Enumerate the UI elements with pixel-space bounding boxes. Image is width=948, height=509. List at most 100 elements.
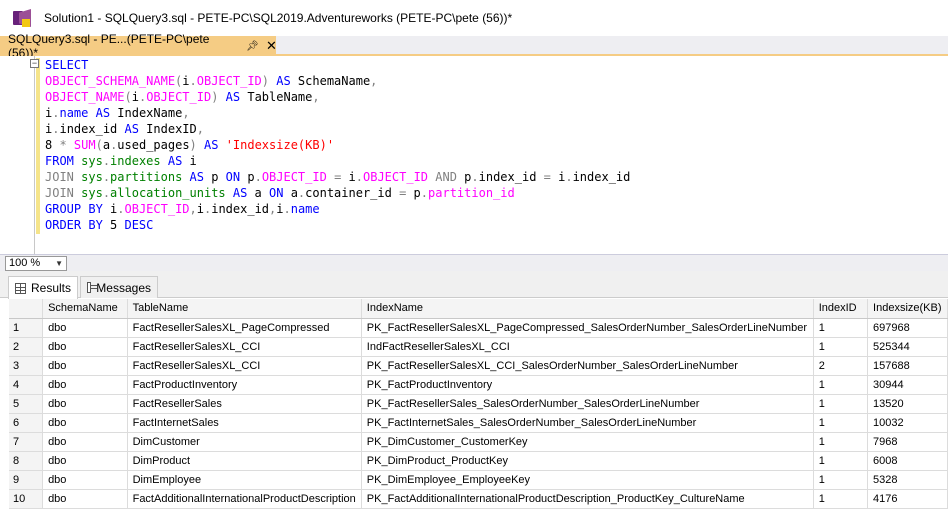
grid-cell[interactable]: dbo [42, 375, 128, 395]
code-line[interactable]: JOIN sys.partitions AS p ON p.OBJECT_ID … [45, 169, 630, 185]
row-number[interactable]: 3 [9, 356, 44, 376]
table-row[interactable]: 10 dbo FactAdditionalInternationalProductD… [9, 489, 948, 509]
grid-cell[interactable]: 1 [813, 318, 869, 338]
grid-cell[interactable]: 1 [813, 432, 869, 452]
grid-cell[interactable]: PK_DimProduct_ProductKey [361, 451, 814, 471]
grid-cell[interactable]: PK_FactAdditionalInternationalProductDes… [361, 489, 814, 509]
row-number[interactable]: 9 [9, 470, 44, 490]
grid-cell[interactable]: 697968 [867, 318, 948, 338]
collapse-icon[interactable]: − [30, 59, 39, 68]
code-token: AS [182, 170, 212, 184]
row-number[interactable]: 7 [9, 432, 44, 452]
row-number[interactable]: 4 [9, 375, 44, 395]
grid-cell[interactable]: 1 [813, 375, 869, 395]
table-row[interactable]: 2 dbo FactResellerSalesXL_CCI IndFactResell… [9, 337, 948, 357]
grid-cell[interactable]: PK_DimEmployee_EmployeeKey [361, 470, 814, 490]
grid-cell[interactable]: PK_FactResellerSales_SalesOrderNumber_Sa… [361, 394, 814, 414]
code-line[interactable]: i.name AS IndexName, [45, 105, 630, 121]
table-row[interactable]: 6 dbo FactInternetSales PK_FactInternetSale… [9, 413, 948, 433]
row-number[interactable]: 10 [9, 489, 44, 509]
row-number[interactable]: 2 [9, 337, 44, 357]
sql-code[interactable]: SELECT OBJECT_SCHEMA_NAME(i.OBJECT_ID) AS… [45, 57, 630, 233]
results-grid[interactable]: SchemaName TableName IndexName IndexID Index… [9, 299, 948, 509]
grid-cell[interactable]: 2 [813, 356, 869, 376]
grid-cell[interactable]: dbo [42, 432, 128, 452]
row-number-header[interactable] [9, 299, 44, 319]
grid-cell[interactable]: 1 [813, 337, 869, 357]
column-header-indexsize-kb[interactable]: Indexsize(KB) [867, 299, 948, 319]
grid-cell[interactable]: PK_FactResellerSalesXL_CCI_SalesOrderNum… [361, 356, 814, 376]
grid-cell[interactable]: 525344 [867, 337, 948, 357]
grid-cell[interactable]: PK_DimCustomer_CustomerKey [361, 432, 814, 452]
grid-cell[interactable]: dbo [42, 413, 128, 433]
grid-cell[interactable]: DimEmployee [127, 470, 362, 490]
row-number[interactable]: 5 [9, 394, 44, 414]
table-row[interactable]: 7 dbo DimCustomer PK_DimCustomer_CustomerKe… [9, 432, 948, 452]
grid-cell[interactable]: dbo [42, 394, 128, 414]
results-table[interactable]: SchemaName TableName IndexName IndexID Index… [9, 299, 948, 509]
table-row[interactable]: 5 dbo FactResellerSales PK_FactResellerSale… [9, 394, 948, 414]
grid-cell[interactable]: 1 [813, 489, 869, 509]
grid-cell[interactable]: 157688 [867, 356, 948, 376]
column-header-indexid[interactable]: IndexID [813, 299, 869, 319]
grid-cell[interactable]: 5328 [867, 470, 948, 490]
tab-results[interactable]: Results [8, 276, 78, 299]
grid-cell[interactable]: FactResellerSalesXL_PageCompressed [127, 318, 362, 338]
grid-cell[interactable]: dbo [42, 318, 128, 338]
zoom-dropdown[interactable]: 100 % ▼ [5, 256, 67, 271]
code-line[interactable]: FROM sys.indexes AS i [45, 153, 630, 169]
grid-cell[interactable]: dbo [42, 337, 128, 357]
grid-cell[interactable]: DimCustomer [127, 432, 362, 452]
grid-cell[interactable]: dbo [42, 489, 128, 509]
table-row[interactable]: 3 dbo FactResellerSalesXL_CCI PK_FactResell… [9, 356, 948, 376]
grid-cell[interactable]: 1 [813, 413, 869, 433]
grid-cell[interactable]: 1 [813, 451, 869, 471]
code-line[interactable]: OBJECT_SCHEMA_NAME(i.OBJECT_ID) AS Schem… [45, 73, 630, 89]
code-line[interactable]: 8 * SUM(a.used_pages) AS 'Indexsize(KB)' [45, 137, 630, 153]
row-number[interactable]: 8 [9, 451, 44, 471]
grid-cell[interactable]: PK_FactInternetSales_SalesOrderNumber_Sa… [361, 413, 814, 433]
column-header-schemaname[interactable]: SchemaName [42, 299, 128, 319]
grid-cell[interactable]: FactResellerSalesXL_CCI [127, 337, 362, 357]
grid-cell[interactable]: dbo [42, 451, 128, 471]
query-editor[interactable]: − SELECT OBJECT_SCHEMA_NAME(i.OBJECT_ID) … [0, 56, 948, 254]
grid-cell[interactable]: 1 [813, 470, 869, 490]
grid-cell[interactable]: dbo [42, 470, 128, 490]
grid-cell[interactable]: 1 [813, 394, 869, 414]
table-row[interactable]: 4 dbo FactProductInventory PK_FactProductIn… [9, 375, 948, 395]
grid-cell[interactable]: DimProduct [127, 451, 362, 471]
grid-cell[interactable]: PK_FactResellerSalesXL_PageCompressed_Sa… [361, 318, 814, 338]
table-row[interactable]: 9 dbo DimEmployee PK_DimEmployee_EmployeeKe… [9, 470, 948, 490]
code-line[interactable]: OBJECT_NAME(i.OBJECT_ID) AS TableName, [45, 89, 630, 105]
column-header-tablename[interactable]: TableName [127, 299, 362, 319]
tab-messages[interactable]: Messages [80, 276, 158, 298]
grid-cell[interactable]: FactResellerSalesXL_CCI [127, 356, 362, 376]
close-icon[interactable]: ✕ [266, 39, 277, 52]
code-line[interactable]: GROUP BY i.OBJECT_ID,i.index_id,i.name [45, 201, 630, 217]
grid-cell[interactable]: 13520 [867, 394, 948, 414]
grid-cell[interactable]: FactAdditionalInternationalProductDescri… [127, 489, 362, 509]
code-line[interactable]: ORDER BY 5 DESC [45, 217, 630, 233]
code-line[interactable]: JOIN sys.allocation_units AS a ON a.cont… [45, 185, 630, 201]
grid-cell[interactable]: dbo [42, 356, 128, 376]
grid-cell[interactable]: 30944 [867, 375, 948, 395]
grid-cell[interactable]: 10032 [867, 413, 948, 433]
code-line[interactable]: SELECT [45, 57, 630, 73]
column-header-indexname[interactable]: IndexName [361, 299, 814, 319]
code-line[interactable]: i.index_id AS IndexID, [45, 121, 630, 137]
row-number[interactable]: 1 [9, 318, 44, 338]
table-row[interactable]: 8 dbo DimProduct PK_DimProduct_ProductKey 1 6… [9, 451, 948, 471]
code-token: . [117, 202, 125, 216]
pin-icon[interactable]: 📌︎ [246, 41, 259, 52]
grid-cell[interactable]: FactInternetSales [127, 413, 362, 433]
grid-cell[interactable]: 4176 [867, 489, 948, 509]
table-row[interactable]: 1 dbo FactResellerSalesXL_PageCompressed PK… [9, 318, 948, 338]
grid-cell[interactable]: FactResellerSales [127, 394, 362, 414]
grid-cell[interactable]: 7968 [867, 432, 948, 452]
grid-cell[interactable]: 6008 [867, 451, 948, 471]
document-tab-sqlquery3[interactable]: SQLQuery3.sql - PE...(PETE-PC\pete (56))… [0, 32, 277, 60]
grid-cell[interactable]: PK_FactProductInventory [361, 375, 814, 395]
grid-cell[interactable]: IndFactResellerSalesXL_CCI [361, 337, 814, 357]
grid-cell[interactable]: FactProductInventory [127, 375, 362, 395]
row-number[interactable]: 6 [9, 413, 44, 433]
